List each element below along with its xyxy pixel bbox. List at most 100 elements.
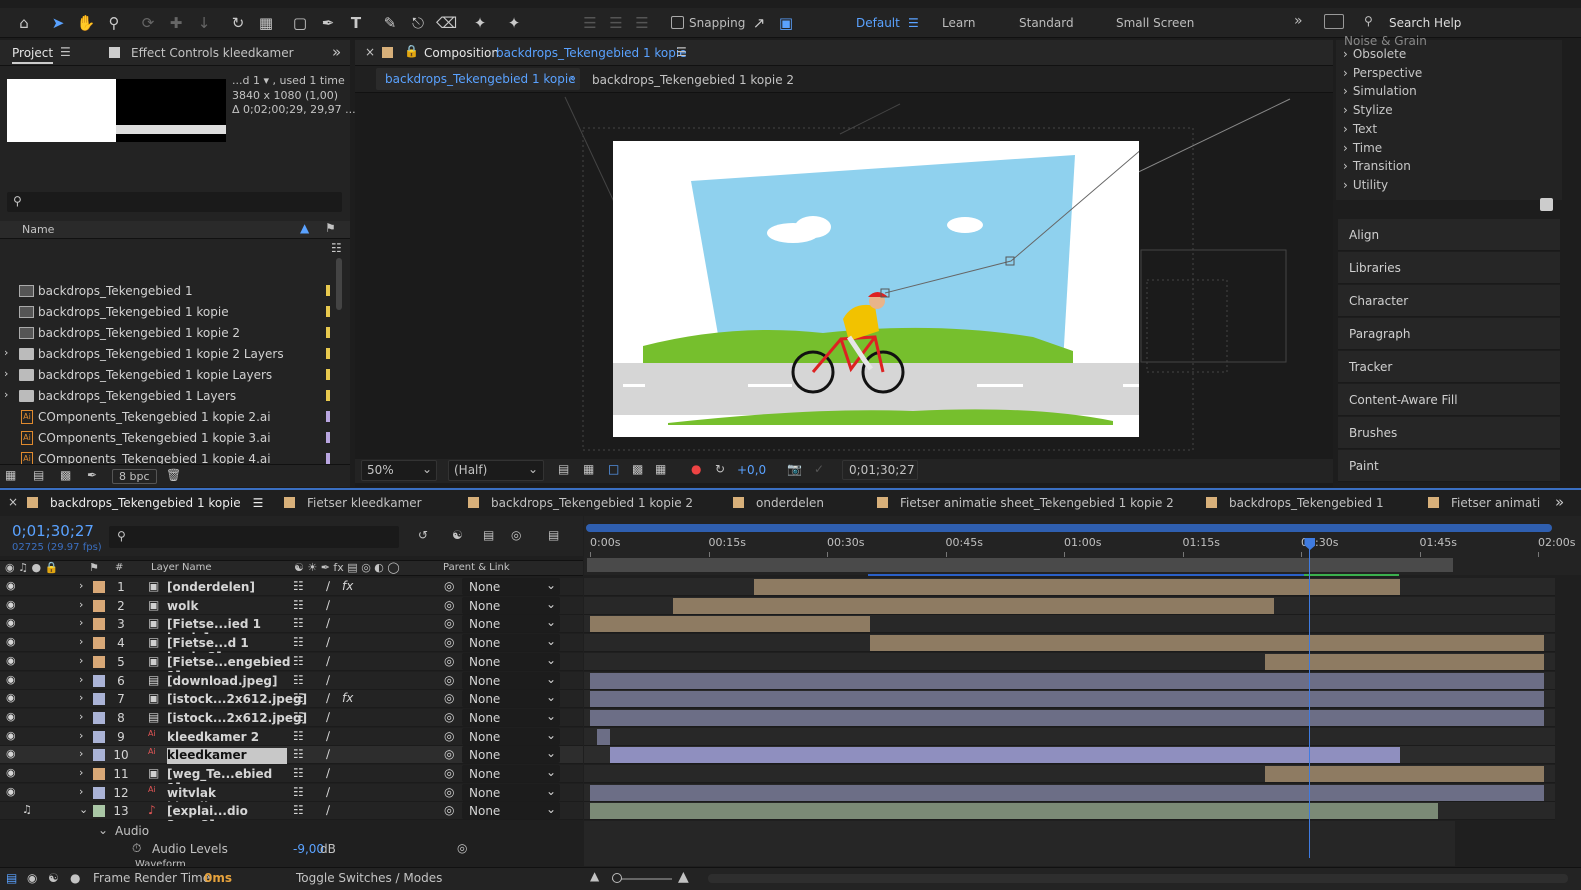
- rectangle-tool-icon[interactable]: ▢: [290, 13, 310, 33]
- zoom-in-icon[interactable]: ▲: [678, 869, 689, 885]
- label-color-swatch[interactable]: [93, 805, 105, 818]
- layer-duration-bar[interactable]: [590, 672, 1545, 689]
- timeline-tab[interactable]: onderdelen: [733, 496, 824, 510]
- close-icon[interactable]: ×: [8, 495, 18, 509]
- label-color-swatch[interactable]: [93, 711, 105, 724]
- shy-layers-icon[interactable]: ☯: [452, 528, 463, 542]
- snapping-checkbox[interactable]: [671, 16, 684, 29]
- parent-dropdown[interactable]: None ⌄: [462, 708, 560, 726]
- exposure-value[interactable]: +0,0: [737, 463, 766, 477]
- label-column-icon[interactable]: ⚑: [89, 561, 99, 574]
- audio-group-label[interactable]: Audio: [115, 824, 149, 838]
- layer-name[interactable]: [Fietse...d 1 kopie 2]: [167, 636, 287, 664]
- eraser-tool-icon[interactable]: ⌫: [436, 13, 457, 33]
- new-composition-icon[interactable]: ▩: [60, 468, 71, 482]
- dolly-camera-icon[interactable]: ↓: [194, 13, 214, 33]
- chevron-right-icon[interactable]: ›: [79, 766, 83, 779]
- zoom-out-icon[interactable]: ▲: [590, 869, 599, 883]
- audio-speaker-icon[interactable]: ♫: [22, 803, 32, 816]
- quality-switch-icon[interactable]: ∕: [326, 747, 330, 761]
- tab-effect-controls[interactable]: Effect Controls kleedkamer: [131, 46, 294, 60]
- chevron-down-icon[interactable]: ⌄: [79, 803, 88, 816]
- chevron-right-icon[interactable]: ›: [4, 367, 8, 380]
- pen-tool-icon[interactable]: ✒: [318, 13, 338, 33]
- selection-tool-icon[interactable]: ➤: [48, 13, 68, 33]
- work-area-bar[interactable]: [587, 558, 1453, 572]
- quality-switch-icon[interactable]: ∕: [326, 635, 330, 649]
- shy-switch-icon[interactable]: ☷: [293, 673, 304, 687]
- comp-flowchart-icon[interactable]: ↺: [418, 528, 428, 542]
- project-item[interactable]: › backdrops_Tekengebied 1 kopie Layers: [0, 365, 349, 386]
- visibility-eye-icon[interactable]: ◉: [6, 785, 16, 798]
- label-column-icon[interactable]: ⚑: [325, 221, 336, 235]
- rotate-tool-icon[interactable]: ↻: [228, 13, 248, 33]
- label-color-swatch[interactable]: [93, 730, 105, 743]
- chevron-right-icon[interactable]: ›: [4, 346, 8, 359]
- label-color-swatch[interactable]: [326, 390, 330, 401]
- shy-switch-icon[interactable]: ☷: [293, 785, 304, 799]
- pickwhip-icon[interactable]: ◎: [444, 747, 454, 761]
- visibility-eye-icon[interactable]: ◉: [6, 598, 16, 611]
- layer-row[interactable]: ◉ › 3 ▣ [Fietse...ied 1 kopie] ☷ ∕ ◎ None ⌄: [0, 615, 583, 645]
- chevron-right-icon[interactable]: ›: [79, 691, 83, 704]
- layer-duration-bar[interactable]: [596, 728, 611, 745]
- parent-dropdown[interactable]: None ⌄: [462, 634, 560, 652]
- orbit-camera-icon[interactable]: ⟳: [138, 13, 158, 33]
- quality-switch-icon[interactable]: ∕: [326, 766, 330, 780]
- brush-tool-icon[interactable]: ✎: [380, 13, 400, 33]
- label-color-swatch[interactable]: [326, 411, 330, 422]
- tab-menu-icon[interactable]: ☰: [253, 496, 264, 510]
- workspace-menu-icon[interactable]: ☰: [908, 16, 919, 30]
- quality-switch-icon[interactable]: ∕: [326, 691, 330, 705]
- layer-name[interactable]: [Fietse...engebied 1]: [167, 655, 290, 683]
- layer-duration-bar[interactable]: [590, 691, 1545, 708]
- shy-switch-icon[interactable]: ☷: [293, 616, 304, 630]
- chevron-right-icon[interactable]: ›: [79, 785, 83, 798]
- column-parent-link[interactable]: Parent & Link: [443, 562, 510, 573]
- label-color-swatch[interactable]: [326, 453, 330, 464]
- snapshot-icon[interactable]: 📷: [787, 462, 802, 476]
- puppet-pin-icon[interactable]: ✦: [504, 13, 524, 33]
- visibility-eye-icon[interactable]: ◉: [6, 654, 16, 667]
- timeline-scrollbar[interactable]: [708, 874, 1568, 883]
- panel-libraries[interactable]: Libraries: [1338, 252, 1560, 284]
- frame-blending-icon[interactable]: ▤: [483, 528, 494, 542]
- composition-viewer[interactable]: [355, 94, 1333, 452]
- panel-content-aware-fill[interactable]: Content-Aware Fill: [1338, 384, 1560, 416]
- pan-behind-icon[interactable]: ▦: [256, 13, 276, 33]
- in-out-icon[interactable]: ☯: [48, 871, 59, 885]
- label-color-swatch[interactable]: [326, 369, 330, 380]
- workspace-small-screen[interactable]: Small Screen: [1116, 16, 1194, 30]
- composition-menu-icon[interactable]: ☰: [676, 45, 687, 59]
- chevron-right-icon[interactable]: ›: [79, 747, 83, 760]
- pickwhip-icon[interactable]: ◎: [444, 654, 454, 668]
- clone-stamp-icon[interactable]: ⎋: [408, 13, 428, 33]
- label-color-swatch[interactable]: [326, 285, 330, 296]
- layer-row[interactable]: ◉ › 11 ▣ [weg_Te...ebied 1] ☷ ∕ ◎ None ⌄: [0, 765, 583, 795]
- column-layer-name[interactable]: Layer Name: [151, 562, 212, 573]
- zoom-dropdown[interactable]: 50% ⌄: [361, 460, 437, 481]
- layer-name[interactable]: kleedkamer 2: [167, 730, 287, 746]
- flowchart-icon[interactable]: ☷: [331, 241, 342, 255]
- timeline-tab[interactable]: backdrops_Tekengebied 1: [1206, 496, 1384, 510]
- layer-name[interactable]: kleedkamer: [167, 748, 287, 765]
- column-name[interactable]: Name: [22, 223, 54, 236]
- search-help-field[interactable]: Search Help: [1389, 16, 1461, 30]
- label-color-swatch[interactable]: [93, 655, 105, 668]
- label-color-swatch[interactable]: [326, 432, 330, 443]
- quality-switch-icon[interactable]: ∕: [326, 598, 330, 612]
- quality-switch-icon[interactable]: ∕: [326, 785, 330, 799]
- pickwhip-icon[interactable]: ◎: [444, 785, 454, 799]
- label-color-swatch[interactable]: [93, 637, 105, 650]
- label-color-swatch[interactable]: [93, 618, 105, 631]
- label-color-swatch[interactable]: [326, 327, 330, 338]
- project-item[interactable]: backdrops_Tekengebied 1 kopie 2: [0, 323, 349, 344]
- playhead-line[interactable]: [1309, 540, 1311, 858]
- layer-name[interactable]: [weg_Te...ebied 1]: [167, 767, 287, 795]
- layer-name[interactable]: wolk: [167, 599, 287, 615]
- pickwhip-icon[interactable]: ◎: [444, 616, 454, 630]
- shy-switch-icon[interactable]: ☷: [293, 598, 304, 612]
- project-item[interactable]: Ai COmponents_Tekengebied 1 kopie 3.ai: [0, 428, 349, 449]
- audio-group-chevron-icon[interactable]: ⌄: [98, 823, 108, 837]
- effect-category[interactable]: › Simulation: [1343, 84, 1417, 98]
